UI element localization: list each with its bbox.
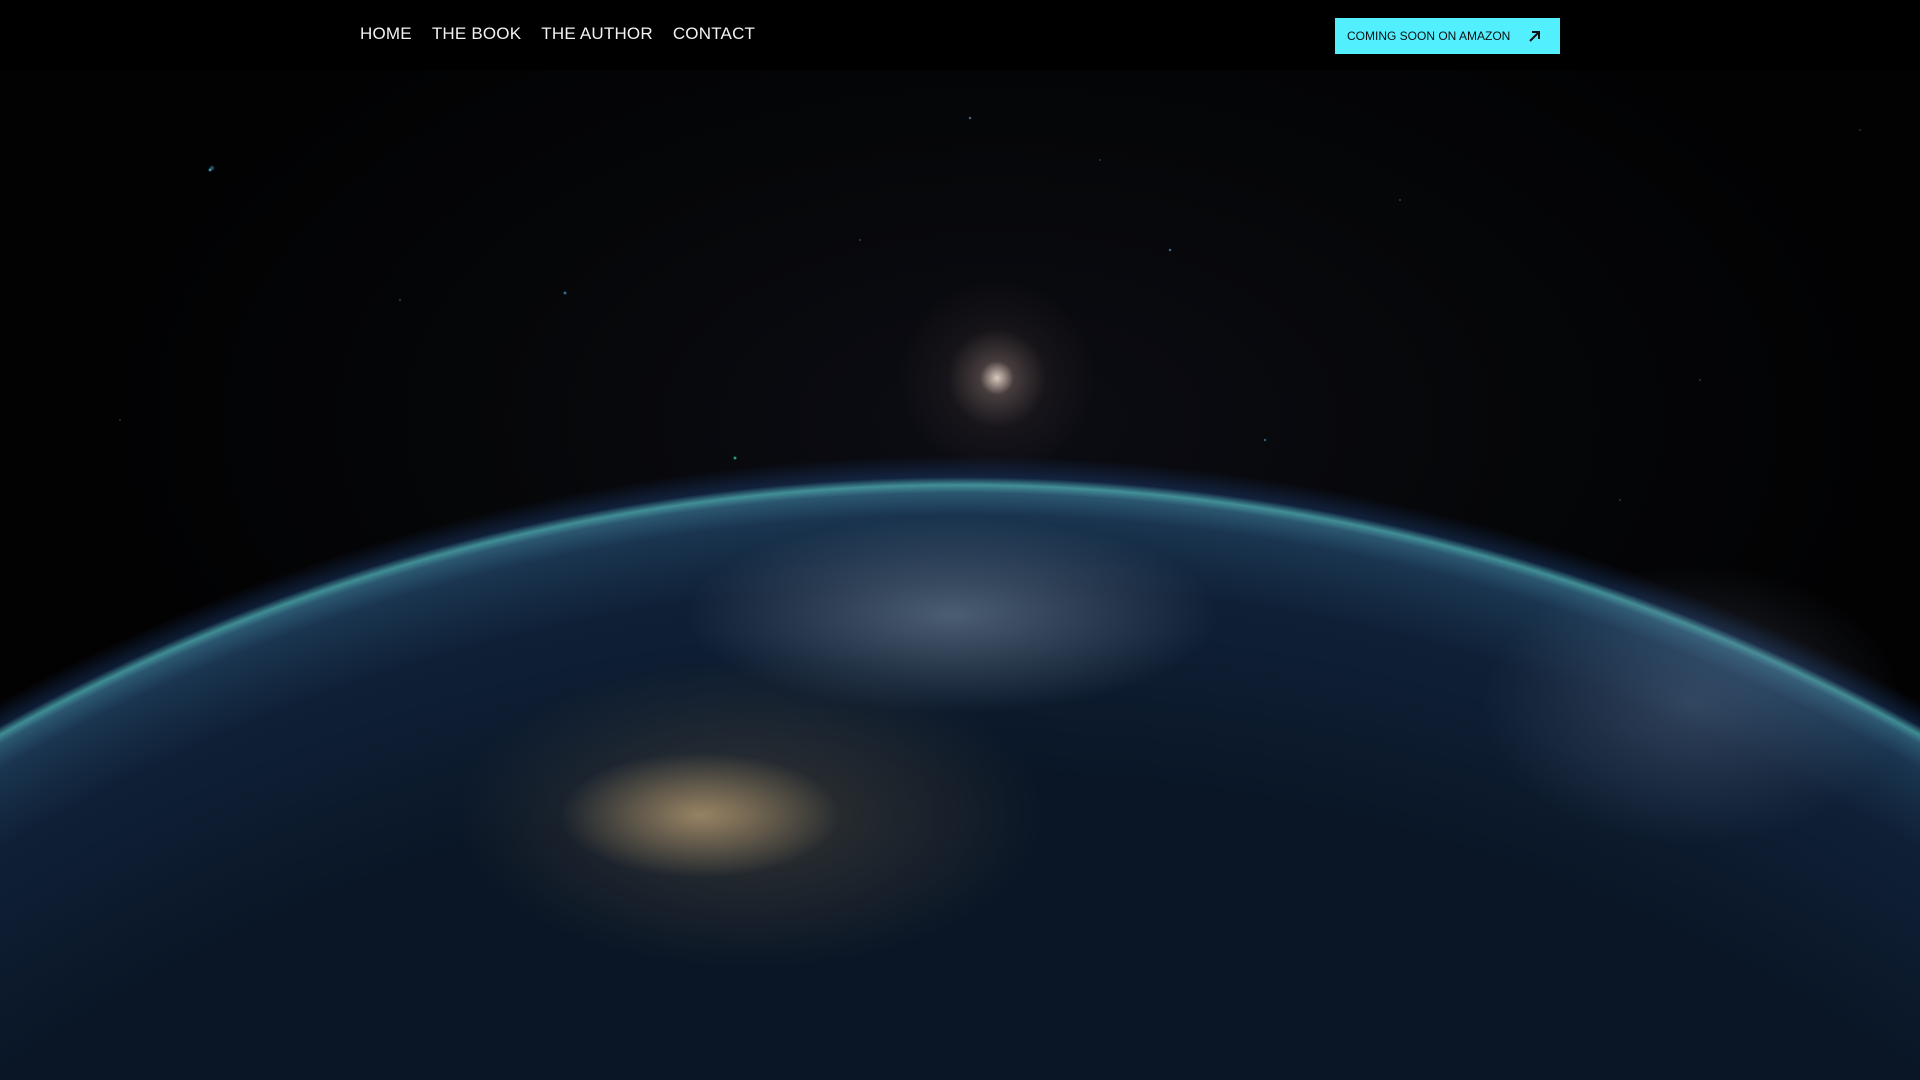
city-lights: [0, 0, 1920, 1080]
nav-the-author[interactable]: THE AUTHOR: [541, 24, 653, 44]
nav-contact[interactable]: CONTACT: [673, 24, 755, 44]
hero-background: HOME THE BOOK THE AUTHOR CONTACT COMING …: [0, 0, 1920, 1080]
arrow-up-right-icon: [1529, 30, 1541, 42]
main-nav: HOME THE BOOK THE AUTHOR CONTACT: [360, 24, 755, 44]
site-header: HOME THE BOOK THE AUTHOR CONTACT COMING …: [0, 0, 1920, 70]
amazon-cta-button[interactable]: COMING SOON ON AMAZON: [1335, 18, 1560, 54]
nav-the-book[interactable]: THE BOOK: [432, 24, 521, 44]
cta-label: COMING SOON ON AMAZON: [1347, 29, 1511, 43]
nav-home[interactable]: HOME: [360, 24, 412, 44]
